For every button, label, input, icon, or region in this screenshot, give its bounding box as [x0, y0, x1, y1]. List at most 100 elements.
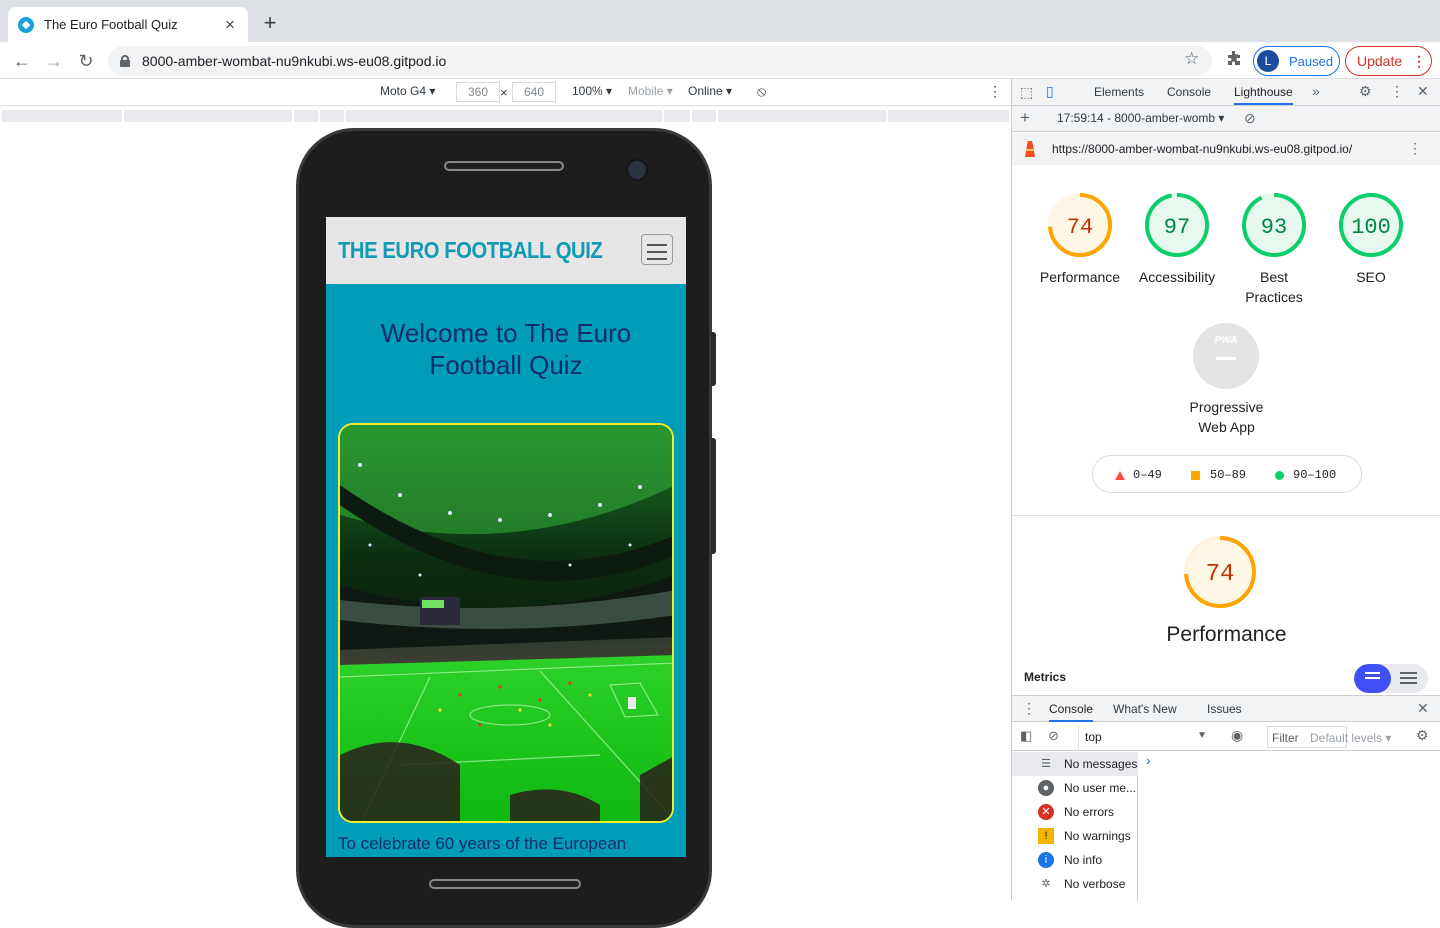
- bookmark-star-icon[interactable]: ☆: [1184, 49, 1199, 69]
- inspect-element-icon[interactable]: ⬚: [1020, 84, 1033, 101]
- list-icon: ☰: [1041, 758, 1051, 770]
- report-select[interactable]: 17:59:14 - 8000-amber-womb ▾: [1057, 111, 1224, 125]
- lock-icon: [120, 55, 130, 67]
- sidebar-item-errors[interactable]: ✕ No errors: [1012, 800, 1138, 824]
- score-gauge-best-practices[interactable]: 93 Best Practices: [1229, 191, 1319, 307]
- avatar: L: [1257, 50, 1279, 72]
- tab-console[interactable]: Console: [1167, 85, 1211, 99]
- tab-elements[interactable]: Elements: [1094, 85, 1144, 99]
- new-report-icon[interactable]: +: [1020, 108, 1030, 128]
- device-toggle-icon[interactable]: ▯: [1046, 83, 1054, 100]
- drawer-tab-console[interactable]: Console: [1049, 702, 1094, 722]
- back-icon[interactable]: ←: [10, 49, 34, 73]
- update-label: Update: [1357, 53, 1403, 69]
- tab-title: The Euro Football Quiz: [44, 17, 178, 32]
- score-label: SEO: [1356, 269, 1386, 285]
- warning-icon: !: [1038, 828, 1054, 844]
- console-settings-gear-icon[interactable]: ⚙: [1416, 727, 1429, 744]
- mode-select[interactable]: Mobile ▾: [628, 84, 673, 98]
- console-sidebar: ☰ No messages ● No user me... ✕ No errors !…: [1012, 752, 1138, 901]
- address-bar[interactable]: 8000-amber-wombat-nu9nkubi.ws-eu08.gitpo…: [108, 46, 1212, 76]
- network-select[interactable]: Online ▾: [688, 84, 732, 98]
- zoom-select[interactable]: 100% ▾: [572, 84, 612, 98]
- devtools-panel: ⬚ ▯ Elements Console Lighthouse » ⚙ ⋮ ✕ …: [1011, 79, 1440, 901]
- profile-status: Paused: [1289, 53, 1334, 69]
- lighthouse-logo-icon: [1024, 141, 1036, 157]
- tab-lighthouse[interactable]: Lighthouse: [1234, 85, 1293, 105]
- lighthouse-toolbar: + 17:59:14 - 8000-amber-womb ▾ ⊘: [1012, 106, 1440, 132]
- phone-side-button: [711, 332, 716, 386]
- media-query-ruler[interactable]: [0, 107, 1011, 125]
- svg-text:100: 100: [1351, 215, 1391, 240]
- score-gauge-accessibility[interactable]: 97 Accessibility: [1132, 191, 1222, 287]
- console-drawer: ⋮ Console What's New Issues ✕ ◧ ⊘ top ▼ ◉…: [1012, 695, 1440, 901]
- drawer-tab-whats-new[interactable]: What's New: [1113, 702, 1177, 716]
- menu-dots-icon: ⋮: [1412, 52, 1427, 69]
- divider: [1012, 515, 1440, 516]
- phone-volume-button: [711, 438, 716, 554]
- settings-gear-icon[interactable]: ⚙: [1359, 83, 1372, 100]
- user-icon: ●: [1038, 780, 1054, 796]
- clear-console-icon[interactable]: ⊘: [1048, 728, 1059, 744]
- score-gauge-seo[interactable]: 100 SEO: [1326, 191, 1416, 287]
- metrics-view-toggle[interactable]: [1354, 664, 1428, 693]
- sidebar-item-info[interactable]: i No info: [1012, 848, 1138, 872]
- intro-text: To celebrate 60 years of the European: [338, 834, 627, 853]
- drawer-menu-icon[interactable]: ⋮: [1022, 700, 1036, 717]
- new-tab-button[interactable]: +: [258, 12, 282, 36]
- welcome-heading: Welcome to The Euro Football Quiz: [380, 318, 632, 380]
- site-brand[interactable]: THE EURO FOOTBALL QUIZ: [338, 237, 603, 264]
- close-tab-icon[interactable]: ×: [222, 16, 238, 33]
- legend-average: 50–89: [1191, 468, 1246, 482]
- browser-tab[interactable]: The Euro Football Quiz ×: [8, 7, 248, 42]
- svg-text:93: 93: [1261, 215, 1287, 240]
- sidebar-item-warnings[interactable]: ! No warnings: [1012, 824, 1138, 848]
- sidebar-item-verbose[interactable]: ✲ No verbose: [1012, 872, 1138, 896]
- update-button[interactable]: Update ⋮: [1345, 46, 1432, 76]
- console-toolbar: ◧ ⊘ top ▼ ◉ Filter Default levels ▾ ⚙: [1012, 723, 1440, 751]
- reload-icon[interactable]: ↻: [74, 49, 98, 73]
- sidebar-item-messages[interactable]: ☰ No messages: [1012, 752, 1138, 776]
- performance-score-gauge: 74: [1184, 536, 1256, 608]
- svg-text:74: 74: [1206, 561, 1235, 588]
- score-label: Performance: [1039, 269, 1121, 285]
- context-select[interactable]: top ▼: [1078, 726, 1211, 748]
- forward-icon[interactable]: →: [42, 49, 66, 73]
- phone-speaker: [444, 161, 564, 171]
- report-menu-icon[interactable]: ⋮: [1408, 140, 1422, 157]
- extensions-puzzle-icon[interactable]: [1224, 50, 1244, 70]
- more-options-icon[interactable]: ⋮: [988, 83, 1002, 100]
- width-input[interactable]: 360: [456, 82, 500, 102]
- more-options-icon[interactable]: ⋮: [1390, 83, 1404, 100]
- height-input[interactable]: 640: [512, 82, 556, 102]
- url-text: 8000-amber-wombat-nu9nkubi.ws-eu08.gitpo…: [142, 53, 447, 69]
- football-favicon-icon: [18, 16, 34, 33]
- legend-pass: 90–100: [1275, 468, 1336, 482]
- device-select[interactable]: Moto G4 ▾: [380, 84, 435, 98]
- console-prompt-icon[interactable]: ›: [1146, 752, 1151, 768]
- rotate-icon[interactable]: ⦸: [757, 83, 766, 100]
- close-devtools-icon[interactable]: ✕: [1417, 83, 1429, 100]
- levels-select[interactable]: Default levels ▾: [1310, 731, 1391, 745]
- score-gauge-performance[interactable]: 74 Performance: [1035, 191, 1125, 287]
- info-icon: i: [1038, 852, 1054, 868]
- sidebar-toggle-icon[interactable]: ◧: [1020, 728, 1032, 744]
- times-icon: ×: [500, 85, 508, 100]
- live-expression-eye-icon[interactable]: ◉: [1231, 727, 1243, 744]
- metrics-heading: Metrics: [1024, 670, 1067, 684]
- report-url-bar: https://8000-amber-wombat-nu9nkubi.ws-eu…: [1012, 133, 1440, 165]
- score-label: Best Practices: [1245, 269, 1303, 305]
- close-drawer-icon[interactable]: ✕: [1417, 700, 1429, 717]
- hamburger-menu-icon[interactable]: [641, 234, 673, 265]
- svg-text:74: 74: [1067, 215, 1093, 240]
- phone-screen: THE EURO FOOTBALL QUIZ Welcome to The Eu…: [326, 217, 686, 857]
- pwa-label: Progressive Web App: [1189, 399, 1264, 435]
- sidebar-item-user-messages[interactable]: ● No user me...: [1012, 776, 1138, 800]
- devtools-tabbar: ⬚ ▯ Elements Console Lighthouse » ⚙ ⋮ ✕: [1012, 79, 1440, 106]
- performance-heading: Performance: [1166, 623, 1287, 646]
- bug-icon: ✲: [1041, 878, 1051, 890]
- drawer-tab-issues[interactable]: Issues: [1207, 702, 1242, 716]
- more-tabs-icon[interactable]: »: [1312, 83, 1320, 99]
- clear-reports-icon[interactable]: ⊘: [1244, 110, 1256, 127]
- profile-button[interactable]: L Paused: [1253, 46, 1340, 76]
